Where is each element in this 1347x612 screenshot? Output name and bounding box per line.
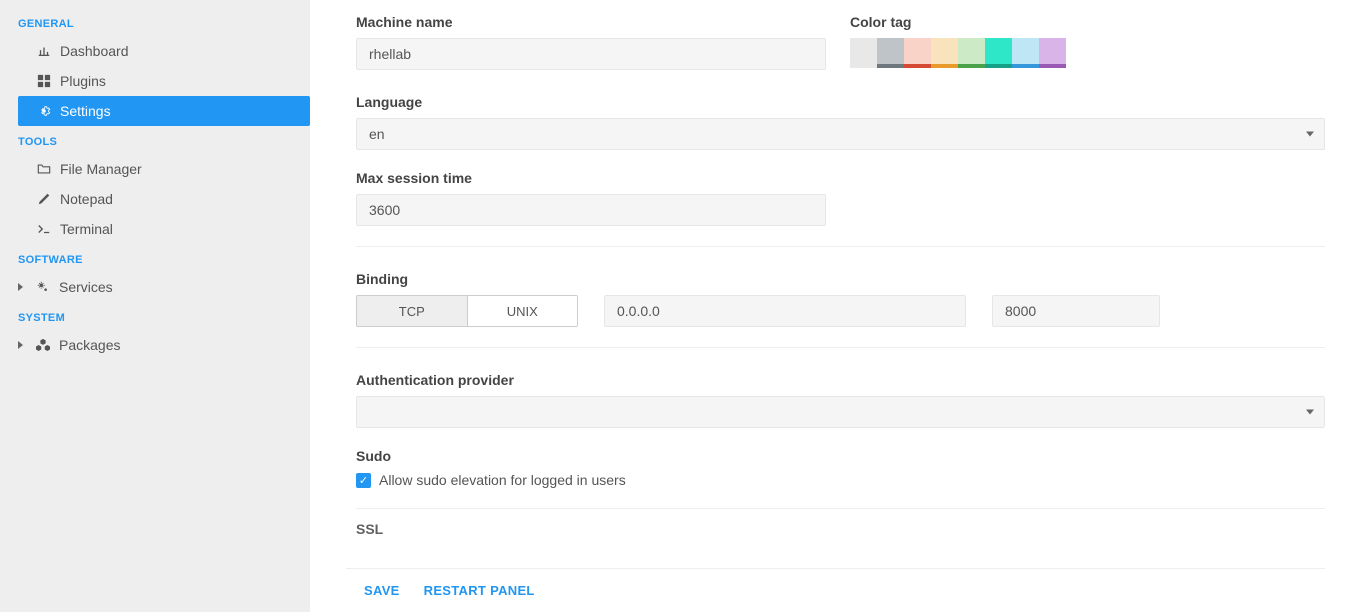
restart-panel-button[interactable]: RESTART PANEL bbox=[424, 583, 535, 598]
sidebar-item-label: Packages bbox=[59, 337, 120, 353]
sidebar-item-label: Plugins bbox=[60, 73, 106, 89]
sidebar: GENERAL Dashboard Plugins Settings TOOLS… bbox=[0, 0, 310, 612]
color-swatch[interactable] bbox=[904, 38, 931, 68]
auth-provider-select-wrap bbox=[356, 396, 1325, 428]
sidebar-item-file-manager[interactable]: File Manager bbox=[0, 154, 310, 184]
color-swatch[interactable] bbox=[1039, 38, 1066, 68]
color-swatch[interactable] bbox=[877, 38, 904, 68]
sidebar-item-label: Notepad bbox=[60, 191, 113, 207]
language-select-wrap: en bbox=[356, 118, 1325, 150]
sidebar-item-label: Terminal bbox=[60, 221, 113, 237]
language-select[interactable]: en bbox=[357, 119, 1324, 149]
machine-name-label: Machine name bbox=[356, 14, 826, 30]
sudo-checkbox[interactable]: ✓ bbox=[356, 473, 371, 488]
sidebar-item-terminal[interactable]: Terminal bbox=[0, 214, 310, 244]
pencil-icon bbox=[36, 191, 52, 207]
color-swatch[interactable] bbox=[850, 38, 877, 68]
cogs-icon bbox=[35, 279, 51, 295]
max-session-input[interactable] bbox=[356, 194, 826, 226]
save-button[interactable]: SAVE bbox=[364, 583, 400, 598]
color-swatch[interactable] bbox=[958, 38, 985, 68]
divider bbox=[356, 246, 1325, 247]
sudo-checkbox-label: Allow sudo elevation for logged in users bbox=[379, 472, 626, 488]
main-panel: Machine name Color tag Language en Max s… bbox=[310, 0, 1347, 612]
sidebar-item-label: Services bbox=[59, 279, 113, 295]
binding-type-group: TCP UNIX bbox=[356, 295, 578, 327]
sidebar-item-settings[interactable]: Settings bbox=[18, 96, 310, 126]
sidebar-item-dashboard[interactable]: Dashboard bbox=[0, 36, 310, 66]
language-label: Language bbox=[356, 94, 1325, 110]
auth-provider-label: Authentication provider bbox=[356, 372, 1325, 388]
color-swatch[interactable] bbox=[985, 38, 1012, 68]
sidebar-item-label: File Manager bbox=[60, 161, 142, 177]
sidebar-item-plugins[interactable]: Plugins bbox=[0, 66, 310, 96]
section-title-general: GENERAL bbox=[0, 8, 310, 36]
color-tag-label: Color tag bbox=[850, 14, 1325, 30]
section-title-software: SOFTWARE bbox=[0, 244, 310, 272]
machine-name-input[interactable] bbox=[356, 38, 826, 70]
auth-provider-select[interactable] bbox=[357, 397, 1324, 427]
divider bbox=[356, 347, 1325, 348]
binding-label: Binding bbox=[356, 271, 1325, 287]
gear-icon bbox=[36, 103, 52, 119]
cubes-icon bbox=[35, 337, 51, 353]
sudo-label: Sudo bbox=[356, 448, 1325, 464]
binding-unix-segment[interactable]: UNIX bbox=[467, 296, 578, 326]
ssl-label: SSL bbox=[356, 521, 1325, 537]
binding-tcp-segment[interactable]: TCP bbox=[357, 296, 467, 326]
sidebar-item-label: Dashboard bbox=[60, 43, 129, 59]
grid-icon bbox=[36, 73, 52, 89]
section-title-system: SYSTEM bbox=[0, 302, 310, 330]
section-title-tools: TOOLS bbox=[0, 126, 310, 154]
sidebar-item-services[interactable]: Services bbox=[0, 272, 310, 302]
sidebar-item-notepad[interactable]: Notepad bbox=[0, 184, 310, 214]
color-tag-list bbox=[850, 38, 1325, 68]
sidebar-item-label: Settings bbox=[60, 103, 111, 119]
divider bbox=[356, 508, 1325, 509]
binding-host-input[interactable] bbox=[604, 295, 966, 327]
sidebar-item-packages[interactable]: Packages bbox=[0, 330, 310, 360]
color-swatch[interactable] bbox=[931, 38, 958, 68]
max-session-label: Max session time bbox=[356, 170, 826, 186]
bar-chart-icon bbox=[36, 43, 52, 59]
footer: SAVE RESTART PANEL bbox=[346, 568, 1325, 612]
color-swatch[interactable] bbox=[1012, 38, 1039, 68]
terminal-icon bbox=[36, 221, 52, 237]
caret-right-icon bbox=[18, 283, 23, 291]
caret-right-icon bbox=[18, 341, 23, 349]
binding-port-input[interactable] bbox=[992, 295, 1160, 327]
folder-icon bbox=[36, 161, 52, 177]
